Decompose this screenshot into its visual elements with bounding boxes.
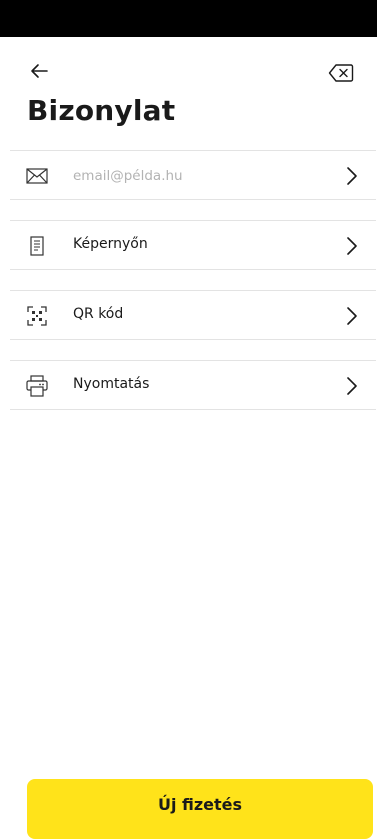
new-payment-button[interactable]: Új fizetés [27,779,373,839]
chevron-right-icon [347,307,357,325]
page-title: Bizonylat [27,94,176,127]
qr-option-row[interactable]: QR kód [10,290,376,340]
envelope-icon [26,165,48,187]
arrow-left-icon[interactable] [28,60,50,82]
receipt-options-list: Képernyőn QR kód [10,150,376,410]
screen-option-label: Képernyőn [73,236,148,252]
receipt-icon [26,235,48,257]
qr-option-label: QR kód [73,306,124,322]
status-bar [0,0,377,37]
printer-icon [26,375,48,397]
print-option-label: Nyomtatás [73,376,150,392]
backspace-icon[interactable] [328,63,354,83]
email-option-row[interactable] [10,150,376,200]
email-input[interactable] [70,163,320,189]
screen-option-row[interactable]: Képernyőn [10,220,376,270]
print-option-row[interactable]: Nyomtatás [10,360,376,410]
chevron-right-icon [347,167,357,185]
chevron-right-icon [347,377,357,395]
top-bar [0,60,377,90]
chevron-right-icon [347,237,357,255]
qr-code-icon [26,305,48,327]
